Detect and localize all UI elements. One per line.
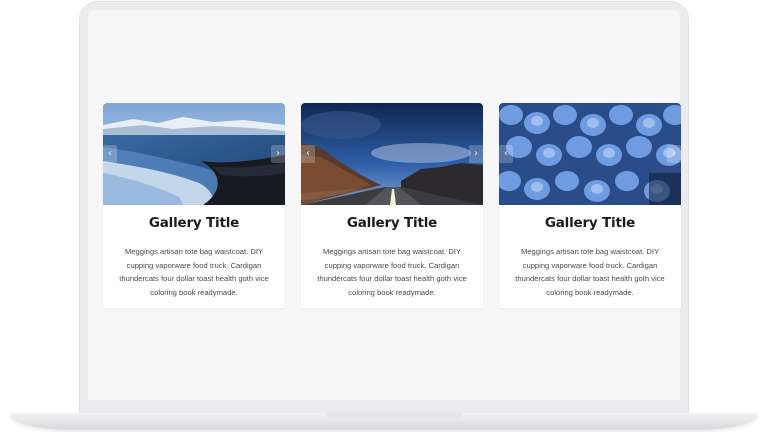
next-slide-button[interactable]: › [469,145,483,163]
laptop-mockup: ‹ › Gallery Title Meggings artisan tote … [0,0,768,432]
laptop-lid: ‹ › Gallery Title Meggings artisan tote … [80,2,688,414]
gallery: ‹ › Gallery Title Meggings artisan tote … [103,103,681,308]
laptop-base [10,413,758,430]
card-description: Meggings artisan tote bag waistcoat. DIY… [515,247,665,297]
hydrangea-image [499,103,681,205]
next-slide-button[interactable]: › [271,145,285,163]
beach-image [103,103,285,205]
card-description: Meggings artisan tote bag waistcoat. DIY… [317,247,467,297]
card-description: Meggings artisan tote bag waistcoat. DIY… [119,247,269,297]
gallery-card: ‹ › Gallery Title Meggings artisan tote … [301,103,483,308]
prev-slide-button[interactable]: ‹ [499,145,513,163]
laptop-base-notch [326,413,462,419]
card-title: Gallery Title [148,215,240,231]
card-image-hydrangea: ‹ › [499,103,681,205]
gallery-card: ‹ › Gallery Title Meggings artisan tote … [499,103,681,308]
card-image-beach: ‹ › [103,103,285,205]
road-image [301,103,483,205]
card-title: Gallery Title [346,215,438,231]
gallery-card: ‹ › Gallery Title Meggings artisan tote … [103,103,285,308]
laptop-screen: ‹ › Gallery Title Meggings artisan tote … [88,10,681,400]
card-title: Gallery Title [544,215,636,231]
prev-slide-button[interactable]: ‹ [103,145,117,163]
next-slide-button[interactable]: › [667,145,681,163]
prev-slide-button[interactable]: ‹ [301,145,315,163]
card-image-road: ‹ › [301,103,483,205]
